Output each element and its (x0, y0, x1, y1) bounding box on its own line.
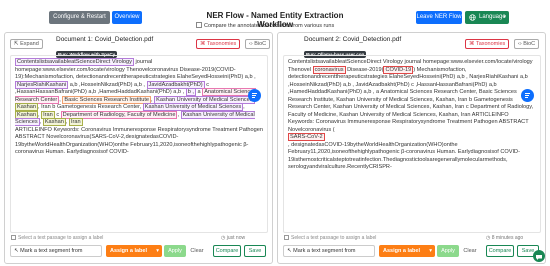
mark-text-segment-button[interactable]: ↖ Mark a text segment from (10, 245, 102, 257)
text-segment: , (177, 111, 179, 118)
apply-button[interactable]: Apply (437, 245, 459, 257)
taxonomies-label: Taxonomies (475, 41, 506, 47)
clear-button[interactable]: Clear (461, 245, 479, 257)
cursor-icon: ↖ (287, 248, 292, 254)
expand-icon: ⇱ (14, 41, 19, 47)
chat-icon (536, 255, 542, 260)
save-button[interactable]: Save (244, 245, 266, 257)
bioc-label: BioC (254, 41, 267, 47)
chat-button[interactable] (533, 250, 545, 262)
document-panel-left: ⇱ Expand Document 1: Covid_Detection.pdf… (4, 32, 273, 264)
assign-hint-label: Select a text passage to assign a label (18, 235, 104, 241)
text-segment: a,b ,HosseinNikzad(PhD) a,b , (69, 81, 145, 88)
clear-button[interactable]: Clear (188, 245, 206, 257)
entity-span[interactable]: COVID-19 (383, 65, 414, 74)
entity-span[interactable]: SARS-CoV-2 (288, 133, 325, 141)
bioc-label: BioC (523, 41, 536, 47)
chevron-down-icon: ▾ (503, 14, 506, 20)
cursor-icon: ↖ (14, 248, 19, 254)
select-passage-checkbox[interactable] (11, 235, 16, 240)
apply-button[interactable]: Apply (164, 245, 186, 257)
mark-text-segment-button[interactable]: ↖ Mark a text segment from (283, 245, 375, 257)
leave-ner-flow-button[interactable]: Leave NER Flow (416, 11, 462, 24)
entity-span[interactable]: Kashan University of Medical Sciences (142, 103, 244, 111)
text-segment: , (39, 119, 42, 125)
entity-span[interactable]: Basic Sciences Research Institute (62, 95, 151, 104)
language-label: Language (479, 14, 506, 20)
mark-label: Mark a text segment from (20, 248, 83, 254)
chevron-down-icon: ▾ (156, 248, 159, 254)
action-bar: ↖ Mark a text segment from Assign a labe… (10, 245, 268, 257)
text-segment: Disease-2019( (347, 66, 384, 73)
overview-button[interactable]: Overview (112, 11, 142, 24)
document-panel-right: Document 2: Covid_Detection.pdf Run: Oll… (277, 32, 546, 264)
assign-label-text: Assign a label (383, 248, 420, 254)
taxonomies-button[interactable]: ⌘ Taxonomies (196, 39, 241, 49)
clock-icon: ◷ (221, 235, 226, 241)
assign-hint: Select a text passage to assign a label (11, 235, 103, 241)
language-dropdown[interactable]: Language ▾ (465, 11, 509, 24)
list-toggle-button[interactable] (248, 89, 261, 102)
top-bar: Configure & Restart Overview NER Flow - … (0, 0, 550, 30)
assign-hint: Select a text passage to assign a label (284, 235, 376, 241)
text-segment: , (37, 111, 40, 118)
expand-button[interactable]: ⇱ Expand (10, 39, 43, 49)
entity-span[interactable]: Kashan (42, 118, 66, 126)
last-saved-label: 8 minutes ago (491, 235, 524, 241)
text-segment: , (59, 96, 61, 103)
globe-icon (469, 14, 476, 21)
annotated-text: ContentslistsavailableatScienceDirect Vi… (15, 58, 263, 157)
compare-runs-row[interactable]: Compare the annotated documents from var… (196, 22, 334, 29)
mark-label: Mark a text segment from (293, 248, 356, 254)
tag-icon: ⌘ (469, 41, 475, 47)
select-passage-checkbox[interactable] (284, 235, 289, 240)
list-toggle-button[interactable] (521, 89, 534, 102)
text-segment: , (243, 104, 245, 110)
last-saved-time: ◷ 8 minutes ago (486, 235, 523, 241)
entity-span[interactable]: ContentslistsavailableatScienceDirect Vi… (15, 58, 134, 66)
clock-icon: ◷ (486, 235, 491, 241)
text-segment: , (65, 119, 68, 125)
document-title: Document 1: Covid_Detection.pdf (56, 36, 154, 43)
last-saved-time: ◷ just now (221, 235, 245, 241)
bioc-button[interactable]: ‹› BioC (245, 39, 271, 49)
assign-hint-label: Select a text passage to assign a label (291, 235, 377, 241)
document-title: Document 2: Covid_Detection.pdf (304, 36, 402, 43)
tag-icon: ⌘ (200, 41, 206, 47)
annotated-text-area[interactable]: ContentslistsavailableatScienceDirect Vi… (10, 55, 268, 233)
text-segment: , Iran b Gametogenesis Research Center, (37, 104, 142, 110)
text-segment: ARTICLEINFO Keywords: Coronavirus Immune… (15, 126, 263, 156)
entity-span[interactable]: coronavirus (312, 65, 346, 74)
compare-button[interactable]: Compare (213, 245, 241, 257)
assign-label-dropdown[interactable]: Assign a label ▾ (379, 245, 435, 257)
configure-restart-button[interactable]: Configure & Restart (49, 11, 110, 24)
action-bar: ↖ Mark a text segment from Assign a labe… (283, 245, 541, 257)
entity-span[interactable]: Iran (68, 118, 83, 126)
assign-label-text: Assign a label (110, 248, 147, 254)
code-icon: ‹› (518, 41, 522, 47)
bioc-button[interactable]: ‹› BioC (514, 39, 540, 49)
taxonomies-label: Taxonomies (206, 41, 237, 47)
expand-label: Expand (20, 41, 39, 47)
compare-runs-label: Compare the annotated documents from var… (204, 23, 335, 29)
compare-button[interactable]: Compare (486, 245, 514, 257)
annotated-text: ContentslistsavailableatScienceDirect Vi… (288, 59, 536, 172)
compare-runs-checkbox[interactable] (196, 22, 202, 28)
chevron-down-icon: ▾ (429, 248, 432, 254)
code-icon: ‹› (249, 41, 253, 47)
ner-flow-page: Configure & Restart Overview NER Flow - … (0, 0, 550, 266)
assign-label-dropdown[interactable]: Assign a label ▾ (106, 245, 162, 257)
text-segment: , designatedasCOVID-19bytheWorldHealthOr… (288, 141, 520, 171)
entity-span[interactable]: b , (185, 88, 196, 96)
taxonomies-button[interactable]: ⌘ Taxonomies (465, 39, 510, 49)
text-segment: a (197, 89, 201, 95)
annotated-text-area[interactable]: ContentslistsavailableatScienceDirect Vi… (283, 55, 541, 233)
entity-span[interactable]: NarjesRiahiKashani (15, 80, 69, 89)
entity-span[interactable]: Kashan (15, 103, 38, 111)
text-segment: ) Mechanismofaction, detectionandrecentt… (288, 66, 534, 133)
text-segment: c (56, 111, 60, 118)
text-segment: , (151, 96, 153, 103)
last-saved-label: just now (226, 235, 246, 241)
